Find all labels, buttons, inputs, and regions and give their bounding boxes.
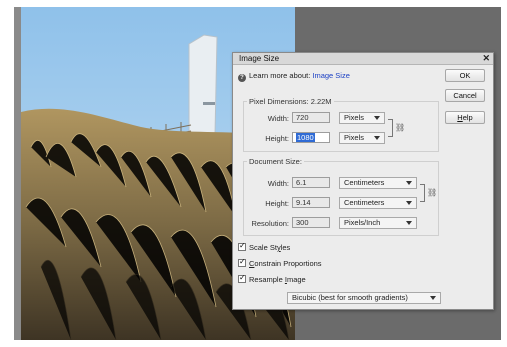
canvas-left-edge [14,7,21,340]
checkbox-checked-icon [238,257,246,267]
resample-method-value: Bicubic (best for smooth gradients) [292,293,408,302]
resolution-label: Resolution: [251,219,289,228]
chevron-down-icon [406,181,412,185]
px-width-unit-value: Pixels [344,113,365,122]
chevron-down-icon [406,201,412,205]
doc-width-label: Width: [267,179,289,188]
resolution-input[interactable]: 300 [292,217,330,228]
px-width-input[interactable]: 720 [292,112,330,123]
cancel-button[interactable]: Cancel [445,89,485,102]
learn-more: ? Learn more about: Image Size [238,71,350,82]
doc-height-label: Height: [265,199,289,208]
constrain-proportions-checkbox[interactable]: Constrain Proportions [238,257,322,268]
learn-more-prefix: Learn more about: [249,71,313,80]
pixel-dimensions-legend: Pixel Dimensions: 2.22M [247,97,334,106]
px-height-label: Height: [265,134,289,143]
pixel-dimensions-group [243,101,439,152]
chain-link-icon: ⛓ [427,188,438,197]
px-height-unit-select[interactable]: Pixels [339,132,385,144]
doc-constrain-bracket [420,184,425,202]
chain-link-icon: ⛓ [395,123,406,132]
doc-width-unit-select[interactable]: Centimeters [339,177,417,189]
doc-height-input[interactable]: 9.14 [292,197,330,208]
doc-height-unit-value: Centimeters [344,198,385,207]
px-constrain-bracket [388,119,393,137]
dialog-titlebar[interactable]: Image Size ✕ [233,53,493,65]
px-height-selection: 1080 [296,133,315,142]
scale-styles-label-a: Scale St [249,243,277,252]
doc-width-unit-value: Centimeters [344,178,385,187]
resolution-unit-value: Pixels/Inch [344,218,381,227]
px-height-input[interactable]: 1080 [292,132,330,143]
doc-height-unit-select[interactable]: Centimeters [339,197,417,209]
chevron-down-icon [430,296,436,300]
checkbox-checked-icon [238,273,246,283]
px-width-label: Width: [267,114,289,123]
resample-label-a: Resample [249,275,285,284]
px-height-unit-value: Pixels [344,133,365,142]
dialog-title: Image Size [239,54,280,63]
ok-button[interactable]: OK [445,69,485,82]
constrain-label: onstrain Proportions [254,259,322,268]
chevron-down-icon [374,136,380,140]
chevron-down-icon [406,221,412,225]
checkbox-checked-icon [238,241,246,251]
px-width-unit-select[interactable]: Pixels [339,112,385,124]
doc-width-input[interactable]: 6.1 [292,177,330,188]
scale-styles-checkbox[interactable]: Scale Styles [238,241,291,252]
learn-more-link[interactable]: Image Size [312,71,350,80]
image-size-dialog: Image Size ✕ ? Learn more about: Image Si… [232,52,494,310]
question-circle-icon: ? [238,74,246,82]
resolution-unit-select[interactable]: Pixels/Inch [339,217,417,229]
close-icon[interactable]: ✕ [482,53,490,64]
chevron-down-icon [374,116,380,120]
help-button[interactable]: Help [445,111,485,124]
help-button-label: elp [462,113,473,122]
document-size-legend: Document Size: [247,157,304,166]
resample-method-select[interactable]: Bicubic (best for smooth gradients) [287,292,441,304]
resample-image-checkbox[interactable]: Resample Image [238,273,306,284]
scale-styles-label-b: les [280,243,291,252]
resample-label-b: mage [286,275,306,284]
